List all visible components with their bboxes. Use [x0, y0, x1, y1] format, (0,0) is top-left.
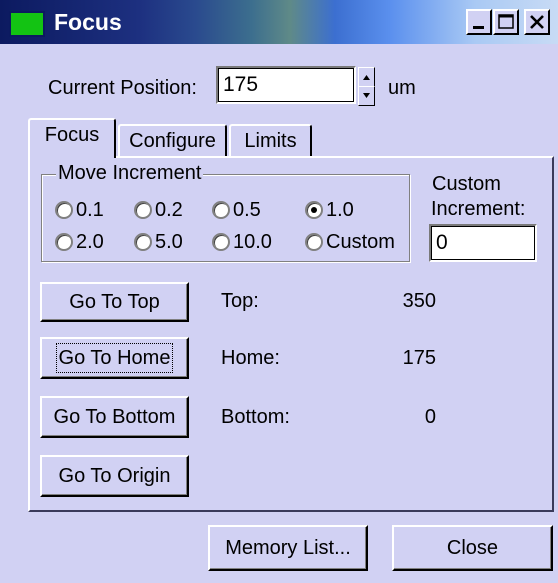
position-spin-down[interactable]: [358, 86, 375, 106]
top-value: 350: [402, 290, 436, 312]
bottom-label: Bottom:: [221, 406, 290, 428]
radio-0-1-label: 0.1: [76, 199, 104, 221]
go-to-bottom-button[interactable]: Go To Bottom: [40, 396, 189, 438]
custom-increment-label-2: Increment:: [431, 198, 526, 220]
tab-limits-label: Limits: [244, 130, 297, 152]
radio-0-5[interactable]: [212, 201, 230, 219]
title-bar[interactable]: Focus: [0, 0, 558, 44]
radio-5-0[interactable]: [134, 233, 152, 251]
radio-10-0[interactable]: [212, 233, 230, 251]
window-title: Focus: [54, 9, 122, 35]
tab-configure[interactable]: Configure: [118, 124, 227, 156]
go-to-top-label: Go To Top: [69, 291, 160, 313]
radio-0-1[interactable]: [55, 201, 73, 219]
go-to-origin-label: Go To Origin: [58, 465, 171, 487]
maximize-button[interactable]: [493, 9, 519, 35]
radio-2-0-label: 2.0: [76, 231, 104, 253]
memory-list-button[interactable]: Memory List...: [208, 525, 368, 571]
position-spin-up[interactable]: [358, 67, 375, 87]
close-dialog-label: Close: [446, 537, 499, 559]
radio-2-0[interactable]: [55, 233, 73, 251]
go-to-bottom-label: Go To Bottom: [53, 406, 176, 428]
app-icon: [9, 11, 45, 37]
focus-window: Focus Current Position: 175 um Focus Con…: [0, 0, 558, 583]
memory-list-label: Memory List...: [225, 537, 351, 559]
minimize-icon: [473, 26, 484, 29]
position-unit: um: [388, 77, 416, 99]
radio-custom-label: Custom: [326, 231, 395, 253]
tab-configure-label: Configure: [129, 130, 216, 152]
top-label: Top:: [221, 290, 259, 312]
radio-10-0-label: 10.0: [233, 231, 272, 253]
move-increment-title: Move Increment: [56, 161, 204, 185]
go-to-home-button[interactable]: Go To Home: [40, 337, 189, 379]
radio-0-5-label: 0.5: [233, 199, 261, 221]
tab-limits[interactable]: Limits: [229, 124, 312, 156]
spin-up-icon: [363, 75, 370, 80]
maximize-icon: [498, 14, 514, 29]
go-to-origin-button[interactable]: Go To Origin: [40, 455, 189, 497]
tab-focus-label: Focus: [44, 124, 100, 146]
radio-custom[interactable]: [305, 233, 323, 251]
radio-0-2-label: 0.2: [155, 199, 183, 221]
go-to-home-label: Go To Home: [55, 343, 174, 373]
go-to-top-button[interactable]: Go To Top: [40, 282, 189, 322]
close-button[interactable]: [524, 9, 550, 35]
home-label: Home:: [221, 347, 280, 369]
close-dialog-button[interactable]: Close: [392, 525, 553, 571]
home-value: 175: [402, 347, 436, 369]
tab-focus[interactable]: Focus: [28, 118, 116, 158]
radio-1-0[interactable]: [305, 201, 323, 219]
radio-1-0-label: 1.0: [326, 199, 354, 221]
custom-increment-input[interactable]: 0: [429, 224, 537, 262]
radio-5-0-label: 5.0: [155, 231, 183, 253]
minimize-button[interactable]: [466, 9, 492, 35]
current-position-input[interactable]: 175: [216, 66, 356, 104]
current-position-label: Current Position:: [48, 77, 197, 99]
spin-down-icon: [363, 93, 370, 98]
bottom-value: 0: [424, 406, 436, 428]
close-icon: [530, 15, 544, 29]
radio-0-2[interactable]: [134, 201, 152, 219]
custom-increment-label-1: Custom: [432, 173, 501, 195]
